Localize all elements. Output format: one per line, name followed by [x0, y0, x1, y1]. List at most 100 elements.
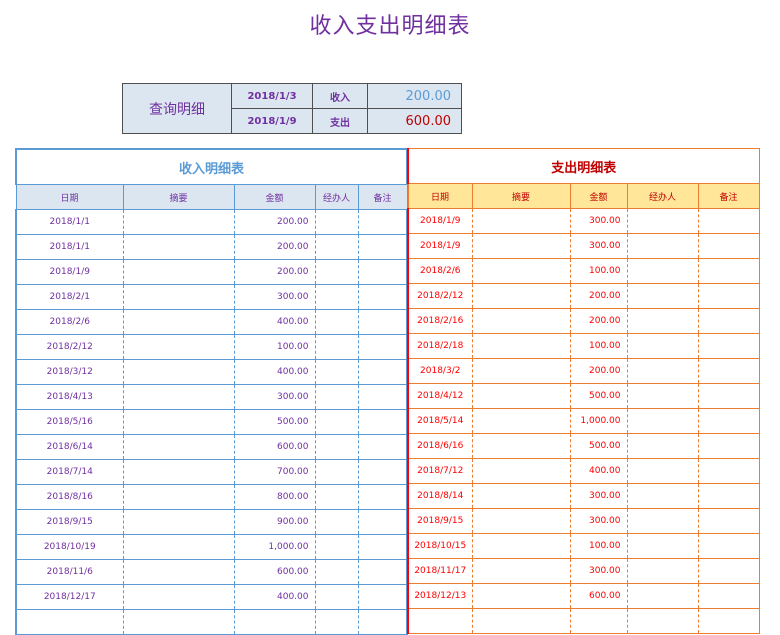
expense-table-cell[interactable]: 2018/3/2: [407, 358, 473, 384]
income-table-cell[interactable]: [314, 409, 359, 435]
income-table-cell[interactable]: 400.00: [233, 584, 316, 610]
income-table-cell[interactable]: 2018/2/6: [15, 309, 124, 335]
expense-table-cell[interactable]: 2018/9/15: [407, 508, 473, 534]
income-table-cell[interactable]: [122, 509, 235, 535]
expense-table-cell[interactable]: [471, 533, 571, 559]
income-table-cell[interactable]: [314, 209, 359, 235]
income-table-cell[interactable]: [233, 609, 316, 635]
income-table-cell[interactable]: [314, 534, 359, 560]
income-table-cell[interactable]: [122, 459, 235, 485]
expense-table-cell[interactable]: [471, 308, 571, 334]
expense-table-cell[interactable]: [697, 608, 760, 634]
income-table-cell[interactable]: 2018/4/13: [15, 384, 124, 410]
income-table-cell[interactable]: 2018/1/9: [15, 259, 124, 285]
income-table-cell[interactable]: [122, 259, 235, 285]
expense-table-cell[interactable]: [471, 483, 571, 509]
income-table-cell[interactable]: [357, 584, 408, 610]
income-table-cell[interactable]: [122, 359, 235, 385]
expense-table-cell[interactable]: 2018/1/9: [407, 233, 473, 259]
expense-table-cell[interactable]: [626, 558, 699, 584]
income-table-cell[interactable]: [314, 234, 359, 260]
income-table-cell[interactable]: 400.00: [233, 359, 316, 385]
income-table-cell[interactable]: [357, 309, 408, 335]
expense-table-cell[interactable]: 2018/11/17: [407, 558, 473, 584]
income-table-cell[interactable]: 200.00: [233, 209, 316, 235]
income-table-cell[interactable]: [314, 434, 359, 460]
income-table-cell[interactable]: 200.00: [233, 259, 316, 285]
income-table-cell[interactable]: 700.00: [233, 459, 316, 485]
expense-table-cell[interactable]: 2018/2/12: [407, 283, 473, 309]
income-table-cell[interactable]: [357, 359, 408, 385]
expense-table-cell[interactable]: [626, 408, 699, 434]
expense-table-cell[interactable]: [626, 483, 699, 509]
expense-table-cell[interactable]: [697, 458, 760, 484]
expense-table-cell[interactable]: [471, 358, 571, 384]
expense-table-cell[interactable]: 200.00: [569, 308, 628, 334]
income-table-cell[interactable]: 2018/8/16: [15, 484, 124, 510]
income-table-cell[interactable]: [122, 334, 235, 360]
expense-table-cell[interactable]: [407, 608, 473, 634]
expense-table-cell[interactable]: 500.00: [569, 383, 628, 409]
expense-table-cell[interactable]: 600.00: [569, 583, 628, 609]
income-table-cell[interactable]: 2018/10/19: [15, 534, 124, 560]
income-table-cell[interactable]: 2018/7/14: [15, 459, 124, 485]
income-table-cell[interactable]: [314, 259, 359, 285]
income-table-cell[interactable]: [314, 609, 359, 635]
expense-table-cell[interactable]: 400.00: [569, 458, 628, 484]
expense-table-cell[interactable]: 100.00: [569, 258, 628, 284]
expense-table-cell[interactable]: 2018/10/15: [407, 533, 473, 559]
expense-table-cell[interactable]: [626, 383, 699, 409]
income-table-cell[interactable]: [357, 459, 408, 485]
expense-table-cell[interactable]: [697, 208, 760, 234]
expense-table-cell[interactable]: 100.00: [569, 333, 628, 359]
expense-table-cell[interactable]: 1,000.00: [569, 408, 628, 434]
expense-table-cell[interactable]: [697, 558, 760, 584]
income-table-cell[interactable]: [122, 584, 235, 610]
query-start-date[interactable]: 2018/1/3: [231, 83, 313, 109]
expense-table-cell[interactable]: [697, 233, 760, 259]
expense-table-cell[interactable]: [697, 333, 760, 359]
expense-table-cell[interactable]: 2018/2/18: [407, 333, 473, 359]
expense-table-cell[interactable]: 300.00: [569, 208, 628, 234]
income-table-cell[interactable]: [357, 409, 408, 435]
income-table-cell[interactable]: [314, 334, 359, 360]
income-table-cell[interactable]: [122, 309, 235, 335]
income-table-cell[interactable]: [122, 559, 235, 585]
expense-table-cell[interactable]: [626, 233, 699, 259]
expense-table-cell[interactable]: [626, 433, 699, 459]
income-table-cell[interactable]: [314, 359, 359, 385]
expense-table-cell[interactable]: 2018/1/9: [407, 208, 473, 234]
income-table-cell[interactable]: [122, 434, 235, 460]
income-table-cell[interactable]: [122, 409, 235, 435]
expense-table-cell[interactable]: [697, 358, 760, 384]
expense-table-cell[interactable]: [697, 508, 760, 534]
expense-table-cell[interactable]: [569, 608, 628, 634]
income-table-cell[interactable]: 200.00: [233, 234, 316, 260]
income-table-cell[interactable]: [357, 234, 408, 260]
expense-table-cell[interactable]: [626, 533, 699, 559]
income-table-cell[interactable]: 600.00: [233, 559, 316, 585]
expense-table-cell[interactable]: [626, 608, 699, 634]
expense-table-cell[interactable]: [697, 408, 760, 434]
expense-table-cell[interactable]: [697, 583, 760, 609]
income-table-cell[interactable]: 2018/1/1: [15, 209, 124, 235]
expense-table-cell[interactable]: [471, 558, 571, 584]
income-table-cell[interactable]: [314, 384, 359, 410]
expense-table-cell[interactable]: [697, 383, 760, 409]
income-table-cell[interactable]: [357, 534, 408, 560]
income-table-cell[interactable]: 300.00: [233, 284, 316, 310]
expense-table-cell[interactable]: [626, 208, 699, 234]
query-end-date[interactable]: 2018/1/9: [231, 108, 313, 134]
expense-table-cell[interactable]: [471, 233, 571, 259]
expense-table-cell[interactable]: [471, 433, 571, 459]
income-table-cell[interactable]: [357, 384, 408, 410]
income-table-cell[interactable]: [314, 484, 359, 510]
income-table-cell[interactable]: [122, 484, 235, 510]
expense-table-cell[interactable]: 2018/12/13: [407, 583, 473, 609]
income-table-cell[interactable]: [357, 209, 408, 235]
expense-table-cell[interactable]: [471, 608, 571, 634]
income-table-cell[interactable]: [314, 509, 359, 535]
income-table-cell[interactable]: 600.00: [233, 434, 316, 460]
expense-table-cell[interactable]: [471, 458, 571, 484]
income-table-cell[interactable]: [357, 509, 408, 535]
